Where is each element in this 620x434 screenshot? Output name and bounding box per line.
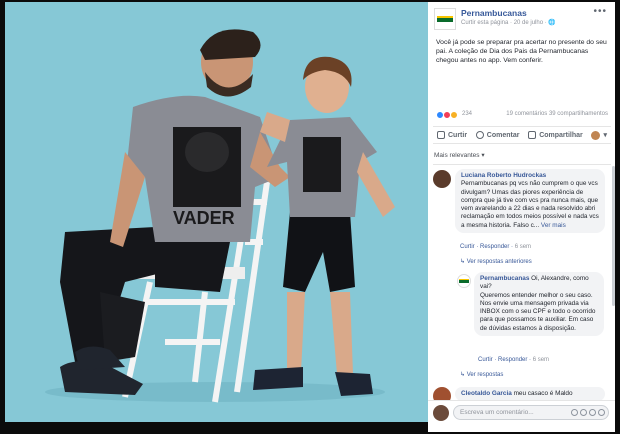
post-meta-text: Curtir esta página · 20 de julho · <box>461 20 549 26</box>
post-header: Pernambucanas Curtir esta página · 20 de… <box>428 2 615 32</box>
view-replies-label: Ver respostas <box>466 372 504 378</box>
photo-illustration: VADER <box>45 29 395 403</box>
share-as-selector[interactable]: ▾ <box>591 130 607 140</box>
comment-filter[interactable]: Mais relevantes ▾ <box>434 151 485 159</box>
user-avatar-icon <box>591 130 601 140</box>
view-previous-replies-label: Ver respostas anteriores <box>466 259 532 265</box>
commenter-avatar[interactable] <box>433 170 451 188</box>
post-meta: Curtir esta página · 20 de julho · 🌐 <box>461 19 556 26</box>
emoji-icon[interactable] <box>571 409 578 416</box>
reaction-icons[interactable] <box>436 111 458 119</box>
reaction-count[interactable]: 234 <box>462 111 472 117</box>
comment-composer: Escreva um comentário... <box>428 400 615 422</box>
reply-text: Queremos entender melhor o seu caso. Nos… <box>480 291 596 332</box>
comment-reply-link[interactable]: Responder <box>480 244 509 250</box>
sticker-icon[interactable] <box>598 409 605 416</box>
comment-icon <box>475 131 484 139</box>
view-previous-replies[interactable]: ↳ Ver respostas anteriores <box>460 258 532 265</box>
comments-scrollbar[interactable] <box>612 166 615 306</box>
comment-author[interactable]: Luciana Roberto Hudrockas <box>461 172 546 179</box>
comment-like-link[interactable]: Curtir <box>460 244 475 250</box>
haha-reaction-icon <box>450 111 458 119</box>
comment-button[interactable]: Comentar <box>475 131 520 139</box>
post-actions: Curtir Comentar Compartilhar ▾ <box>433 126 611 144</box>
page-avatar[interactable] <box>434 8 456 30</box>
share-button[interactable]: Compartilhar <box>528 131 583 139</box>
gif-icon[interactable] <box>589 409 596 416</box>
comment-body: meu casaco é Maldo <box>513 390 573 397</box>
man-shirt-text: VADER <box>173 208 235 228</box>
globe-icon: 🌐 <box>548 20 556 26</box>
see-more-link[interactable]: Ver mais <box>541 222 566 229</box>
thumbs-up-icon <box>437 131 445 139</box>
photo-viewer: VADER Pernambucanas Curtir esta página ·… <box>0 0 620 434</box>
page-name-link[interactable]: Pernambucanas <box>461 8 527 18</box>
comment-share-stats[interactable]: 19 comentários 39 compartilhamentos <box>506 111 608 117</box>
chevron-down-icon: ▾ <box>603 132 607 139</box>
more-options-icon[interactable]: ••• <box>593 6 607 17</box>
post-sidebar: Pernambucanas Curtir esta página · 20 de… <box>428 2 615 432</box>
composer-icons <box>571 409 605 416</box>
reply-reply-link[interactable]: Responder <box>498 357 527 363</box>
reply-like-link[interactable]: Curtir <box>478 357 493 363</box>
like-button[interactable]: Curtir <box>437 131 467 139</box>
reply-author[interactable]: Pernambucanas <box>480 275 529 282</box>
comment-body: Pernambucanas pq vcs não cumprem o que v… <box>461 180 599 229</box>
reply-time: 6 sem <box>532 357 550 363</box>
share-icon <box>528 131 537 139</box>
post-photo[interactable]: VADER <box>5 2 428 422</box>
post-text: Você já pode se preparar pra acertar no … <box>436 39 607 64</box>
comment-bubble: Luciana Roberto Hudrockas Pernambucanas … <box>455 169 605 234</box>
like-label: Curtir <box>448 131 468 139</box>
comment-bubble: Cleotaldo Garcia meu casaco é Maldo <box>455 387 605 401</box>
view-replies[interactable]: ↳ Ver respostas <box>460 371 503 378</box>
reply-actions: Curtir · Responder · 6 sem <box>478 357 550 363</box>
share-label: Compartilhar <box>539 131 583 139</box>
reactions-row: 234 19 comentários 39 compartilhamentos <box>436 110 608 122</box>
comment-time: 6 sem <box>514 244 532 250</box>
reply-bubble: Pernambucanas Oi, Alexandre, como vai? Q… <box>474 272 604 337</box>
current-user-avatar <box>433 405 449 421</box>
comment-label: Comentar <box>486 131 520 139</box>
camera-icon[interactable] <box>580 409 587 416</box>
comment-text: Pernambucanas pq vcs não cumprem o que v… <box>461 180 599 230</box>
reply-avatar[interactable] <box>457 274 471 288</box>
comment-author[interactable]: Cleotaldo Garcia <box>461 390 512 397</box>
divider <box>433 164 611 165</box>
comment-actions: Curtir · Responder · 6 sem <box>460 244 532 250</box>
